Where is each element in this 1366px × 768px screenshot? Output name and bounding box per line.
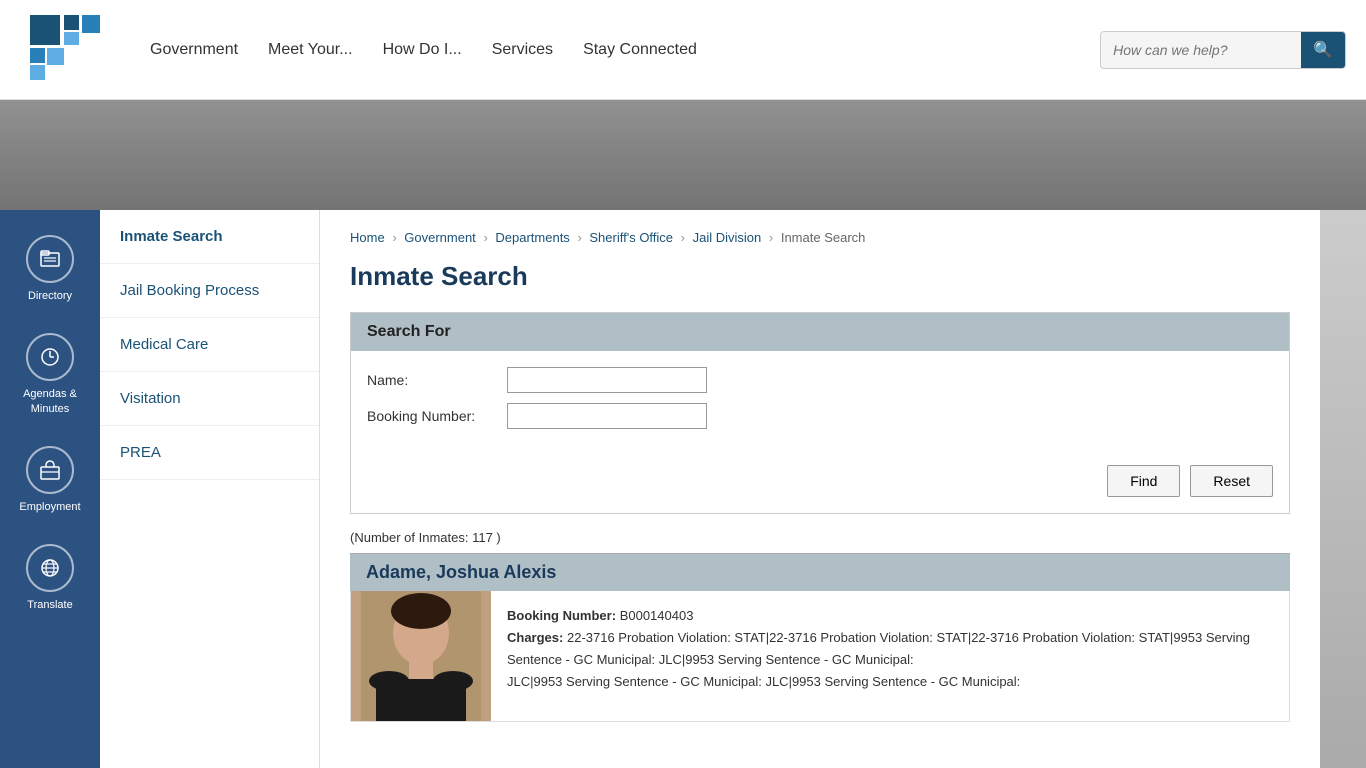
nav-visitation[interactable]: Visitation <box>100 372 319 426</box>
translate-icon <box>26 544 74 592</box>
translate-label: Translate <box>27 598 72 612</box>
booking-number-row: Booking Number: B000140403 <box>507 605 1273 627</box>
search-form-header: Search For <box>351 313 1289 351</box>
right-strip <box>1320 210 1366 768</box>
charges-row: Charges: 22-3716 Probation Violation: ST… <box>507 627 1273 671</box>
breadcrumb-current: Inmate Search <box>781 230 866 245</box>
breadcrumb-government[interactable]: Government <box>404 230 476 245</box>
sidebar-item-translate[interactable]: Translate <box>0 529 100 627</box>
charges-overflow-text: JLC|9953 Serving Sentence - GC Municipal… <box>507 674 1020 689</box>
inmate-record: Adame, Joshua Alexis <box>350 553 1290 722</box>
search-button[interactable]: 🔍 <box>1301 32 1345 68</box>
page-title: Inmate Search <box>350 261 1290 292</box>
search-input[interactable] <box>1101 34 1301 66</box>
sidebar-item-employment[interactable]: Employment <box>0 431 100 529</box>
breadcrumb-departments[interactable]: Departments <box>495 230 569 245</box>
breadcrumb-home[interactable]: Home <box>350 230 385 245</box>
search-form-section: Search For Name: Booking Number: Find Re… <box>350 312 1290 514</box>
inmate-record-body: Booking Number: B000140403 Charges: 22-3… <box>350 591 1290 722</box>
search-form-body: Name: Booking Number: <box>351 351 1289 455</box>
hero-banner <box>0 100 1366 210</box>
name-input[interactable] <box>507 367 707 393</box>
nav-howdoi-item[interactable]: How Do I... <box>383 41 462 59</box>
main-nav: Government Meet Your... How Do I... Serv… <box>150 41 1100 59</box>
form-buttons: Find Reset <box>351 455 1289 513</box>
site-header: Government Meet Your... How Do I... Serv… <box>0 0 1366 100</box>
charges-overflow: JLC|9953 Serving Sentence - GC Municipal… <box>507 671 1273 693</box>
sidebar-item-directory[interactable]: Directory <box>0 220 100 318</box>
name-label: Name: <box>367 372 507 388</box>
inmate-photo-image <box>361 591 481 721</box>
inmate-name-header: Adame, Joshua Alexis <box>350 553 1290 591</box>
hero-background <box>0 100 1366 210</box>
booking-label: Booking Number: <box>367 408 507 424</box>
employment-icon <box>26 446 74 494</box>
booking-number-value: B000140403 <box>620 608 694 623</box>
search-icon: 🔍 <box>1313 42 1333 59</box>
inmate-photo <box>351 591 491 721</box>
agendas-icon <box>26 333 74 381</box>
booking-input[interactable] <box>507 403 707 429</box>
booking-field-row: Booking Number: <box>367 403 1273 429</box>
nav-medical-care[interactable]: Medical Care <box>100 318 319 372</box>
icon-sidebar: Directory Agendas &Minutes Employment <box>0 210 100 768</box>
header-search: 🔍 <box>1100 31 1346 69</box>
reset-button[interactable]: Reset <box>1190 465 1273 497</box>
breadcrumb-jail[interactable]: Jail Division <box>693 230 762 245</box>
nav-services-item[interactable]: Services <box>492 41 553 59</box>
section-nav: Inmate Search Jail Booking Process Medic… <box>100 210 320 768</box>
breadcrumb-sheriffs[interactable]: Sheriff's Office <box>589 230 673 245</box>
booking-number-label: Booking Number: <box>507 608 616 623</box>
find-button[interactable]: Find <box>1107 465 1180 497</box>
employment-label: Employment <box>19 500 80 514</box>
charges-label: Charges: <box>507 630 563 645</box>
breadcrumb: Home › Government › Departments › Sherif… <box>350 230 1290 245</box>
logo[interactable] <box>20 10 110 90</box>
name-field-row: Name: <box>367 367 1273 393</box>
nav-connected-item[interactable]: Stay Connected <box>583 41 697 59</box>
nav-jail-booking[interactable]: Jail Booking Process <box>100 264 319 318</box>
sidebar-item-agendas[interactable]: Agendas &Minutes <box>0 318 100 431</box>
main-layout: Directory Agendas &Minutes Employment <box>0 210 1366 768</box>
directory-icon <box>26 235 74 283</box>
inmate-count: (Number of Inmates: 117 ) <box>350 530 1290 545</box>
charges-value: 22-3716 Probation Violation: STAT|22-371… <box>507 630 1250 667</box>
main-content: Home › Government › Departments › Sherif… <box>320 210 1320 768</box>
nav-inmate-search[interactable]: Inmate Search <box>100 210 319 264</box>
nav-prea[interactable]: PREA <box>100 426 319 480</box>
inmate-details: Booking Number: B000140403 Charges: 22-3… <box>491 591 1289 721</box>
logo-icon <box>20 10 110 90</box>
directory-label: Directory <box>28 289 72 303</box>
nav-government-item[interactable]: Government <box>150 41 238 59</box>
nav-meet-item[interactable]: Meet Your... <box>268 41 353 59</box>
agendas-label: Agendas &Minutes <box>23 387 77 416</box>
